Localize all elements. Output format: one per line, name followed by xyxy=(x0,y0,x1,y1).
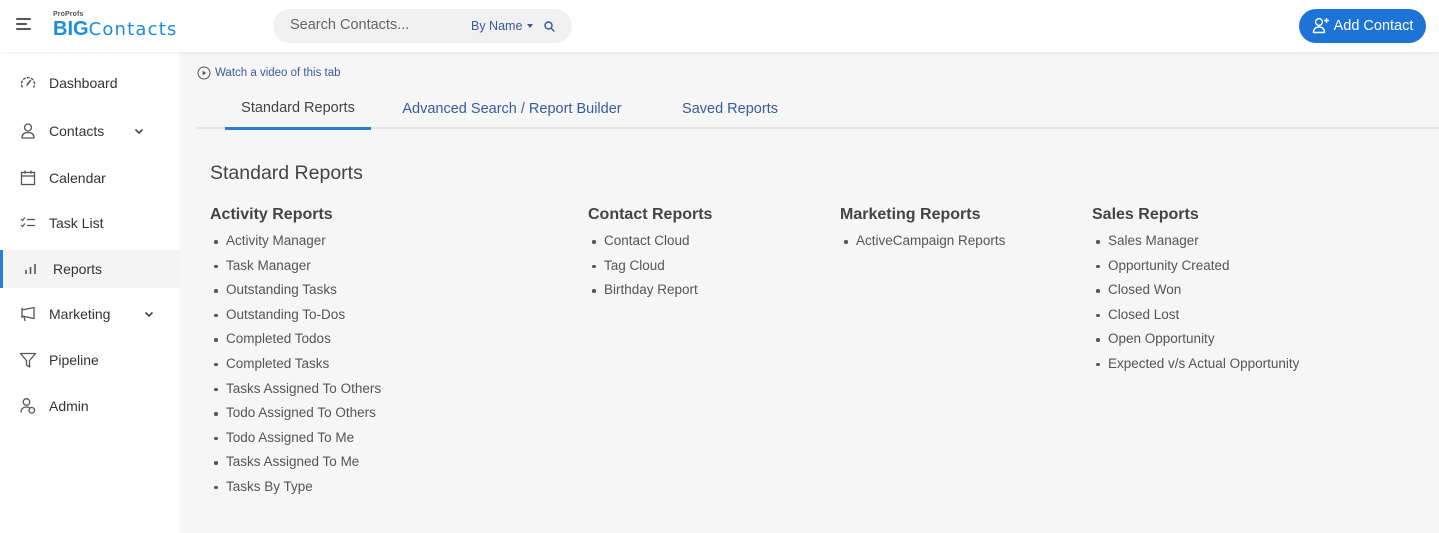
sidebar-item-admin[interactable]: Admin xyxy=(0,387,179,425)
caret-down-icon xyxy=(527,24,534,28)
report-list: Activity Manager Task Manager Outstandin… xyxy=(210,231,381,502)
report-column-sales: Sales Reports Sales Manager Opportunity … xyxy=(1092,205,1299,379)
report-link[interactable]: Birthday Report xyxy=(588,280,712,305)
report-link[interactable]: Closed Lost xyxy=(1092,305,1299,330)
megaphone-icon xyxy=(19,305,37,323)
search-input[interactable] xyxy=(290,17,450,33)
play-circle-icon xyxy=(197,66,211,80)
logo[interactable]: ProProfs BIGContacts xyxy=(53,11,178,40)
report-link[interactable]: Closed Won xyxy=(1092,280,1299,305)
top-header: ProProfs BIGContacts By Name Add Contact xyxy=(0,0,1439,52)
report-link[interactable]: Opportunity Created xyxy=(1092,256,1299,281)
speedometer-icon xyxy=(19,74,37,92)
funnel-icon xyxy=(19,351,37,369)
add-contact-label: Add Contact xyxy=(1333,18,1414,34)
chevron-down-icon[interactable] xyxy=(133,125,145,137)
report-link[interactable]: Outstanding Tasks xyxy=(210,280,381,305)
report-list: Contact Cloud Tag Cloud Birthday Report xyxy=(588,231,712,305)
tab-saved-reports[interactable]: Saved Reports xyxy=(653,88,807,129)
report-link[interactable]: Open Opportunity xyxy=(1092,329,1299,354)
chevron-down-icon[interactable] xyxy=(143,308,155,320)
search-bar: By Name xyxy=(273,9,572,43)
sidebar-item-label: Dashboard xyxy=(49,75,118,91)
report-link[interactable]: Todo Assigned To Me xyxy=(210,428,381,453)
sidebar-item-marketing[interactable]: Marketing xyxy=(0,295,179,333)
add-contact-button[interactable]: Add Contact xyxy=(1299,9,1426,43)
add-user-icon xyxy=(1312,17,1329,33)
watch-video-link[interactable]: Watch a video of this tab xyxy=(197,66,341,80)
tab-label: Saved Reports xyxy=(682,100,778,117)
report-link[interactable]: Expected v/s Actual Opportunity xyxy=(1092,354,1299,379)
tab-label: Standard Reports xyxy=(241,99,355,116)
sidebar-item-label: Admin xyxy=(49,398,89,414)
report-list: Sales Manager Opportunity Created Closed… xyxy=(1092,231,1299,379)
watch-video-label: Watch a video of this tab xyxy=(215,67,341,79)
bar-chart-icon xyxy=(22,260,40,278)
report-link[interactable]: Completed Tasks xyxy=(210,354,381,379)
sidebar-item-dashboard[interactable]: Dashboard xyxy=(0,64,179,102)
report-link[interactable]: Completed Todos xyxy=(210,329,381,354)
column-title: Sales Reports xyxy=(1092,206,1199,223)
tab-standard-reports[interactable]: Standard Reports xyxy=(225,88,371,130)
report-link[interactable]: Task Manager xyxy=(210,256,381,281)
logo-big-thin: Contacts xyxy=(88,19,178,40)
sidebar-item-label: Pipeline xyxy=(49,352,99,368)
hamburger-menu-icon[interactable] xyxy=(16,17,31,31)
logo-brand-big: BIGContacts xyxy=(53,19,178,40)
sidebar-item-contacts[interactable]: Contacts xyxy=(0,112,179,150)
tab-advanced-search-report-builder[interactable]: Advanced Search / Report Builder xyxy=(371,88,653,129)
sidebar-item-label: Reports xyxy=(53,261,103,277)
sidebar: Dashboard Contacts Calendar Task List Re… xyxy=(0,52,179,533)
sidebar-item-label: Marketing xyxy=(49,306,111,322)
checklist-icon xyxy=(19,214,37,232)
user-icon xyxy=(19,122,37,140)
calendar-icon xyxy=(19,169,37,187)
admin-user-icon xyxy=(19,397,37,415)
column-title: Marketing Reports xyxy=(840,206,981,223)
search-by-dropdown[interactable]: By Name xyxy=(471,19,534,33)
sidebar-item-label: Contacts xyxy=(49,123,105,139)
report-list: ActiveCampaign Reports xyxy=(840,231,1005,256)
main-content: Watch a video of this tab Standard Repor… xyxy=(179,52,1439,533)
sidebar-item-label: Task List xyxy=(49,215,104,231)
sidebar-item-calendar[interactable]: Calendar xyxy=(0,159,179,197)
report-link[interactable]: Tag Cloud xyxy=(588,256,712,281)
report-column-marketing: Marketing Reports ActiveCampaign Reports xyxy=(840,205,1005,256)
report-link[interactable]: Todo Assigned To Others xyxy=(210,403,381,428)
report-link[interactable]: Tasks Assigned To Others xyxy=(210,379,381,404)
tab-label: Advanced Search / Report Builder xyxy=(402,100,622,117)
report-link[interactable]: ActiveCampaign Reports xyxy=(840,231,1005,256)
sidebar-item-label: Calendar xyxy=(49,170,106,186)
page-title: Standard Reports xyxy=(210,162,363,184)
sidebar-item-task-list[interactable]: Task List xyxy=(0,204,179,242)
report-column-activity: Activity Reports Activity Manager Task M… xyxy=(210,205,381,502)
logo-big-bold: BIG xyxy=(53,18,89,40)
report-link[interactable]: Outstanding To-Dos xyxy=(210,305,381,330)
report-link[interactable]: Activity Manager xyxy=(210,231,381,256)
report-column-contact: Contact Reports Contact Cloud Tag Cloud … xyxy=(588,205,712,305)
report-link[interactable]: Tasks By Type xyxy=(210,477,381,502)
column-title: Activity Reports xyxy=(210,206,333,223)
column-title: Contact Reports xyxy=(588,206,713,223)
search-by-label: By Name xyxy=(471,19,523,33)
search-icon[interactable] xyxy=(543,20,556,33)
report-link[interactable]: Contact Cloud xyxy=(588,231,712,256)
sidebar-item-reports[interactable]: Reports xyxy=(0,250,179,288)
sidebar-item-pipeline[interactable]: Pipeline xyxy=(0,341,179,379)
report-link[interactable]: Tasks Assigned To Me xyxy=(210,452,381,477)
report-link[interactable]: Sales Manager xyxy=(1092,231,1299,256)
